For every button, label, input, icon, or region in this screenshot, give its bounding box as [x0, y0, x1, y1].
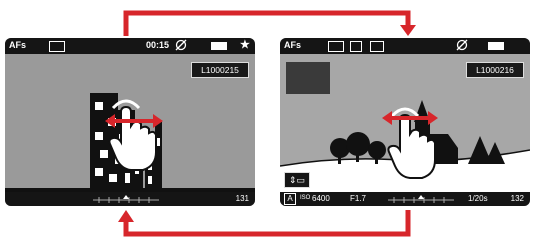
- gps-off-icon: [175, 39, 187, 53]
- gps-off-icon: [456, 39, 468, 53]
- shutter-speed-label: 1/20s: [468, 194, 488, 203]
- top-arrow: [123, 10, 411, 36]
- scene-mode-icon: [328, 41, 344, 52]
- exposure-scale: [93, 195, 159, 203]
- star-icon: ★: [240, 39, 250, 51]
- left-filename-label: L1000215: [191, 62, 249, 78]
- bottom-arrowhead-icon: [118, 210, 134, 222]
- iso-value-label: 6400: [312, 194, 330, 203]
- battery-icon: [488, 42, 504, 50]
- metering-icon: [350, 41, 362, 52]
- right-filename-label: L1000216: [466, 62, 524, 78]
- focus-mode-label: AFs: [284, 40, 302, 50]
- left-camera-screen[interactable]: AFs 00:15 ★ L1000215 131: [5, 38, 255, 206]
- exposure-scale: [388, 195, 454, 203]
- playback-toggle-icon: ⇕▭: [288, 175, 306, 185]
- aperture-label: F1.7: [350, 194, 367, 203]
- playback-toggle-button[interactable]: ⇕▭: [284, 172, 310, 188]
- top-arrowhead-icon: [400, 25, 416, 36]
- left-bottom-status-bar: 131: [5, 192, 255, 206]
- time-label: 00:15: [146, 40, 170, 50]
- focus-mode-label: AFs: [9, 40, 27, 50]
- iso-prefix-label: ISO: [300, 195, 311, 201]
- white-balance-icon: [370, 41, 384, 52]
- right-bottom-status-bar: A ISO 6400 F1.7 1/20s 132: [280, 192, 530, 206]
- scene-mode-icon: [49, 41, 65, 52]
- battery-icon: [211, 42, 227, 50]
- right-top-status-bar: AFs: [280, 38, 530, 54]
- bottom-arrow: [123, 210, 411, 237]
- frame-count-label: 131: [235, 194, 249, 203]
- exposure-mode-label: A: [284, 193, 296, 205]
- frame-count-label: 132: [510, 194, 524, 203]
- right-camera-screen[interactable]: AFs L1000216 ⇕▭ A ISO 6400 F1.7 1/20s 13…: [280, 38, 530, 206]
- left-top-status-bar: AFs 00:15 ★: [5, 38, 255, 54]
